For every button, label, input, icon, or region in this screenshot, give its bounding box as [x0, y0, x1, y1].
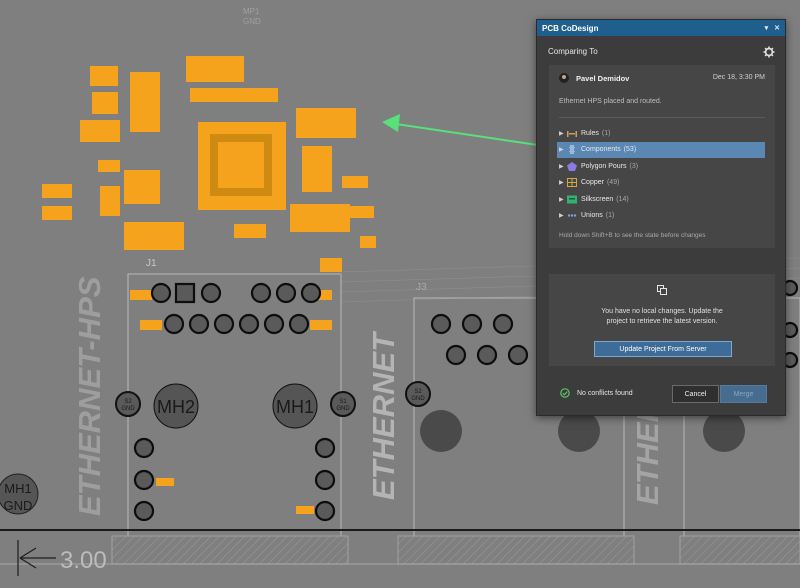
gnd-label-s1: GND	[336, 406, 350, 412]
local-changes-line-2: project to retrieve the latest version.	[606, 318, 718, 325]
cancel-button[interactable]: Cancel	[672, 385, 719, 403]
panel-close-icon[interactable]: ✕	[774, 24, 780, 32]
tree-item-copper[interactable]: ▶ Copper (49)	[557, 175, 765, 192]
tree-item-count: (49)	[606, 179, 620, 187]
author-name: Pavel Demidov	[576, 74, 630, 83]
panel-title: PCB CoDesign	[542, 23, 599, 33]
mh2-label: MH2	[157, 397, 195, 417]
tree-item-count: (1)	[605, 212, 615, 220]
silk-ethernet-hps: ETHERNET-HPS	[72, 276, 107, 516]
comparing-to-label: Comparing To	[548, 47, 598, 56]
s2-label-j3: S2	[414, 389, 422, 395]
hatch-area-1	[111, 535, 349, 565]
tree-item-label: Rules	[581, 129, 599, 137]
silkscreen-icon	[567, 195, 577, 204]
gear-icon[interactable]	[763, 46, 775, 58]
hatch-area-2	[397, 535, 635, 565]
tree-item-components[interactable]: ▶ Components (53)	[557, 141, 765, 158]
rules-icon	[567, 129, 577, 138]
s1-label: S1	[339, 399, 347, 405]
local-changes-message: You have no local changes. Update the pr…	[549, 307, 775, 327]
shortcut-hint: Hold down Shift+B to see the state befor…	[559, 232, 706, 239]
gnd-left-label: GND	[4, 498, 33, 513]
tree-item-label: Copper	[581, 179, 604, 187]
commit-description: Ethernet HPS placed and routed.	[559, 98, 662, 105]
tree-item-rules[interactable]: ▶ Rules (1)	[557, 125, 765, 142]
conflicts-status: No conflicts found	[577, 390, 633, 397]
commit-date: Dec 18, 3:30 PM	[712, 74, 765, 81]
local-changes-line-1: You have no local changes. Update the	[601, 308, 723, 315]
tree-item-label: Polygon Pours	[581, 162, 627, 170]
local-changes-card: You have no local changes. Update the pr…	[549, 274, 775, 366]
expand-arrow-icon[interactable]: ▶	[559, 146, 567, 153]
tree-item-label: Silkscreen	[581, 195, 614, 203]
tree-item-count: (14)	[616, 195, 629, 203]
expand-arrow-icon[interactable]: ▶	[559, 179, 567, 186]
tree-item-label: Components	[581, 146, 621, 154]
component-icon	[567, 145, 577, 155]
s2-label: S2	[124, 399, 132, 405]
gnd-label-s2: GND	[121, 406, 135, 412]
dimension-value: 3.00	[60, 547, 107, 574]
panel-titlebar: PCB CoDesign ▾ ✕	[537, 20, 785, 36]
update-project-button[interactable]: Update Project From Server	[594, 341, 732, 357]
divider	[559, 117, 765, 118]
mp1-gnd-label: GND	[243, 17, 261, 26]
unions-icon	[567, 211, 577, 220]
sync-icon	[657, 285, 667, 295]
codesign-panel: PCB CoDesign ▾ ✕ Comparing To Pavel Demi…	[536, 19, 786, 416]
silk-ethernet-1: ETHERNET	[366, 330, 401, 500]
tree-item-count: (1)	[601, 129, 611, 137]
mp1-label: MP1	[243, 7, 260, 16]
commit-card: Pavel Demidov Dec 18, 3:30 PM Ethernet H…	[549, 65, 775, 248]
avatar	[559, 73, 569, 83]
expand-arrow-icon[interactable]: ▶	[559, 196, 567, 203]
merge-button[interactable]: Merge	[720, 385, 767, 403]
mh1-label: MH1	[276, 397, 314, 417]
tree-item-label: Unions	[581, 212, 603, 220]
mh1-left-label: MH1	[4, 481, 31, 496]
panel-footer: No conflicts found Cancel Merge	[549, 382, 775, 406]
panel-menu-icon[interactable]: ▾	[765, 24, 769, 32]
tree-item-count: (3)	[629, 162, 639, 170]
tree-item-count: (53)	[623, 146, 637, 154]
hatch-area-3	[679, 535, 800, 565]
tree-item-silkscreen[interactable]: ▶ Silkscreen (14)	[557, 191, 765, 208]
expand-arrow-icon[interactable]: ▶	[559, 130, 567, 137]
polygon-icon	[567, 161, 577, 171]
copper-icon	[567, 178, 577, 188]
expand-arrow-icon[interactable]: ▶	[559, 163, 567, 170]
j1-label: J1	[146, 258, 157, 269]
check-circle-icon	[560, 388, 570, 398]
j3-label: J3	[416, 282, 427, 293]
tree-item-unions[interactable]: ▶ Unions (1)	[557, 208, 765, 225]
tree-item-polygon-pours[interactable]: ▶ Polygon Pours (3)	[557, 158, 765, 175]
gnd-label-j3: GND	[411, 396, 425, 402]
expand-arrow-icon[interactable]: ▶	[559, 212, 567, 219]
changes-tree: ▶ Rules (1) ▶ Components (53) ▶ Polygon …	[557, 125, 765, 224]
